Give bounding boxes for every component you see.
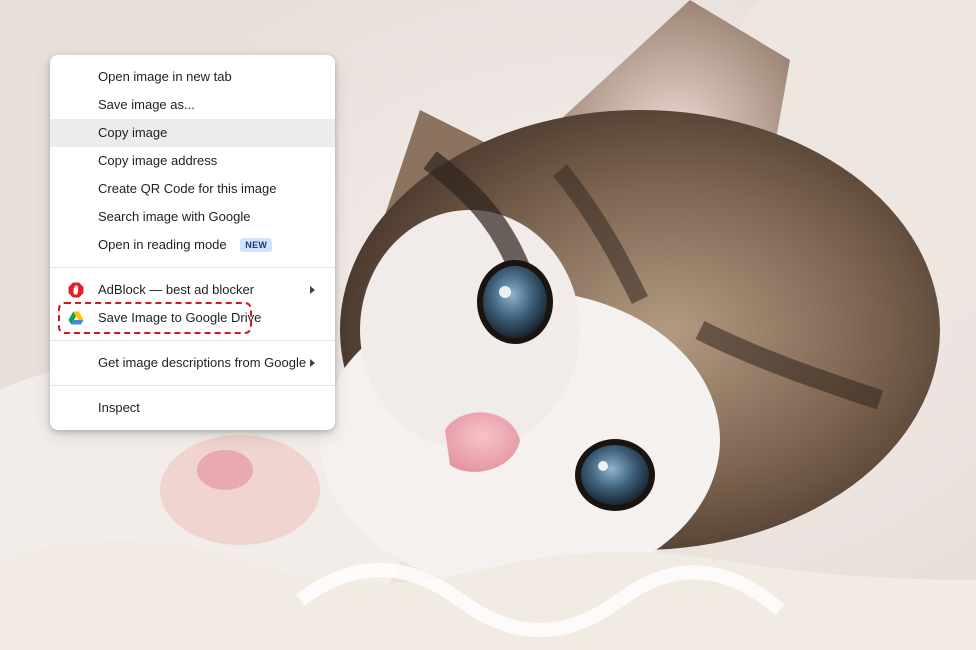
submenu-arrow-icon bbox=[310, 359, 315, 367]
menu-item-save-image-as[interactable]: Save image as... bbox=[50, 91, 335, 119]
menu-item-label: Open image in new tab bbox=[98, 69, 232, 84]
menu-item-copy-image[interactable]: Copy image bbox=[50, 119, 335, 147]
menu-item-inspect[interactable]: Inspect bbox=[50, 394, 335, 422]
menu-item-create-qr-code[interactable]: Create QR Code for this image bbox=[50, 175, 335, 203]
menu-item-label: Inspect bbox=[98, 400, 140, 415]
google-drive-icon bbox=[68, 311, 84, 325]
menu-item-adblock[interactable]: AdBlock — best ad blocker bbox=[50, 276, 335, 304]
menu-item-label: Save image as... bbox=[98, 97, 195, 112]
menu-item-label: Save Image to Google Drive bbox=[98, 310, 262, 325]
menu-item-open-image-new-tab[interactable]: Open image in new tab bbox=[50, 63, 335, 91]
adblock-icon bbox=[68, 282, 84, 298]
menu-item-label: Copy image address bbox=[98, 153, 218, 168]
submenu-arrow-icon bbox=[310, 286, 315, 294]
new-badge: NEW bbox=[240, 238, 273, 252]
menu-item-label: Open in reading mode bbox=[98, 237, 227, 252]
menu-item-save-to-google-drive[interactable]: Save Image to Google Drive bbox=[50, 304, 335, 332]
menu-item-get-image-descriptions[interactable]: Get image descriptions from Google bbox=[50, 349, 335, 377]
menu-item-label: Copy image bbox=[98, 125, 168, 140]
menu-item-label: Get image descriptions from Google bbox=[98, 355, 307, 370]
menu-separator bbox=[50, 385, 335, 386]
menu-item-label: Create QR Code for this image bbox=[98, 181, 277, 196]
menu-item-label: Search image with Google bbox=[98, 209, 251, 224]
menu-item-search-image-google[interactable]: Search image with Google bbox=[50, 203, 335, 231]
menu-item-copy-image-address[interactable]: Copy image address bbox=[50, 147, 335, 175]
menu-separator bbox=[50, 340, 335, 341]
menu-item-open-reading-mode[interactable]: Open in reading mode NEW bbox=[50, 231, 335, 259]
menu-item-label: AdBlock — best ad blocker bbox=[98, 282, 255, 297]
menu-separator bbox=[50, 267, 335, 268]
context-menu: Open image in new tab Save image as... C… bbox=[50, 55, 335, 430]
